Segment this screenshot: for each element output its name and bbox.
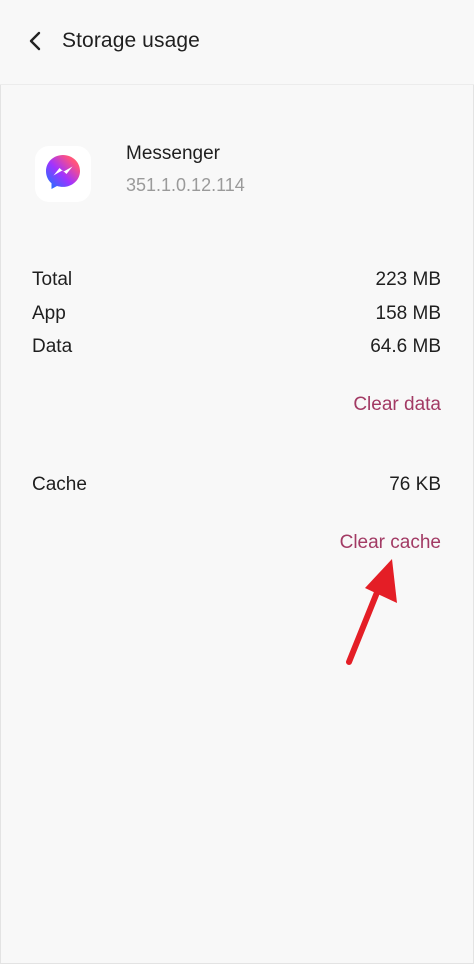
data-size-value: 64.6 MB xyxy=(370,336,441,357)
total-value: 223 MB xyxy=(375,269,441,290)
chevron-left-icon xyxy=(26,30,44,57)
cache-label: Cache xyxy=(32,474,87,495)
clear-cache-button[interactable]: Clear cache xyxy=(340,532,441,554)
app-bar: Storage usage xyxy=(0,0,474,85)
total-label: Total xyxy=(32,269,73,290)
app-version: 351.1.0.12.114 xyxy=(126,175,245,195)
clear-data-button[interactable]: Clear data xyxy=(353,394,441,416)
red-arrow-icon xyxy=(330,555,410,680)
messenger-icon xyxy=(43,152,83,197)
back-button[interactable] xyxy=(18,26,52,60)
page-title: Storage usage xyxy=(62,29,200,52)
app-size-label: App xyxy=(32,303,66,324)
app-size-value: 158 MB xyxy=(375,303,441,324)
cache-value: 76 KB xyxy=(389,474,441,495)
data-size-label: Data xyxy=(32,336,73,357)
app-icon xyxy=(35,146,91,202)
app-name: Messenger xyxy=(126,143,220,164)
